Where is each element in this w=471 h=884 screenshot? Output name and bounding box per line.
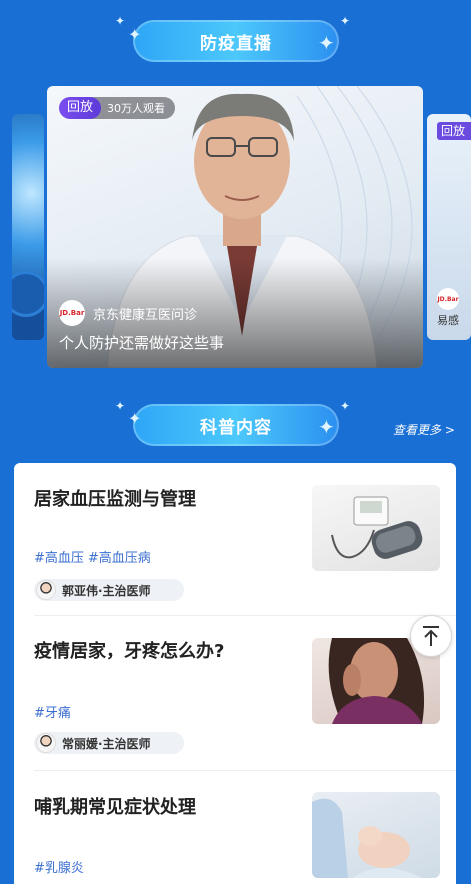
article-thumbnail[interactable] (312, 485, 440, 571)
live-section-title: 防疫直播 (133, 20, 339, 62)
divider (34, 770, 456, 771)
doctor-name: 郭亚伟·主治医师 (62, 583, 151, 598)
breastfeeding-photo-icon (312, 798, 422, 878)
doctor-chip[interactable]: 常丽媛·主治医师 (34, 732, 184, 754)
article-thumbnail[interactable] (312, 792, 440, 878)
carousel-card-next[interactable]: 回放 JD.Bar 易感 (427, 114, 471, 340)
sparkle-icon: ✦ (318, 415, 335, 439)
blood-pressure-monitor-icon (331, 496, 423, 559)
jd-logo-icon: JD.Bar (437, 288, 459, 310)
see-more-link[interactable]: 查看更多 > (393, 421, 455, 438)
back-to-top-button[interactable] (410, 615, 452, 657)
article-tag[interactable]: #牙痛 (34, 702, 71, 721)
sparkle-icon: ✦ (128, 409, 142, 428)
article-title[interactable]: 哺乳期常见症状处理 (34, 793, 196, 819)
video-title: 个人防护还需做好这些事 (59, 334, 225, 352)
replay-label: 回放 (59, 97, 102, 119)
sparkle-icon: ✦ (318, 31, 335, 55)
arrow-up-icon (423, 626, 439, 646)
article-title[interactable]: 疫情居家，牙疼怎么办? (34, 637, 224, 663)
sparkle-icon: ✦ (115, 14, 126, 28)
avatar (36, 733, 56, 753)
science-section-title: 科普内容 (133, 404, 339, 446)
article-item[interactable]: 居家血压监测与管理 #高血压 #高血压病 郭亚伟·主治医师 (14, 463, 456, 616)
science-section-title-text: 科普内容 (200, 417, 272, 438)
sparkle-icon: ✦ (128, 25, 142, 44)
article-tag[interactable]: #高血压病 (88, 547, 151, 566)
jd-logo-text: JD.Bar (437, 295, 459, 303)
featured-video-card[interactable]: 回放 30万人观看 JD.Bar 京东健康互医问诊 个人防护还需做好这些事 (47, 86, 423, 368)
live-section-title-text: 防疫直播 (200, 33, 272, 54)
doctor-chip[interactable]: 郭亚伟·主治医师 (34, 579, 184, 601)
article-item[interactable]: 哺乳期常见症状处理 #乳腺炎 (14, 772, 456, 884)
jd-logo-icon: JD.Bar (59, 300, 85, 326)
video-source: JD.Bar 京东健康互医问诊 (59, 300, 197, 326)
article-title[interactable]: 居家血压监测与管理 (34, 485, 196, 511)
next-video-title: 易感 (437, 314, 459, 327)
play-orb-icon (12, 274, 44, 314)
doctor-name: 常丽媛·主治医师 (62, 736, 151, 751)
sparkle-icon: ✦ (340, 399, 351, 413)
carousel-card-prev[interactable] (12, 114, 44, 340)
replay-label: 回放 (437, 122, 471, 140)
sparkle-icon: ✦ (115, 399, 126, 413)
viewer-count: 30万人观看 (107, 102, 166, 115)
article-tag[interactable]: #高血压 (34, 547, 84, 566)
jd-logo-text: JD.Bar (59, 309, 85, 317)
article-list: 居家血压监测与管理 #高血压 #高血压病 郭亚伟·主治医师 疫情居家，牙疼怎么办… (14, 463, 456, 884)
avatar (36, 580, 56, 600)
article-tag[interactable]: #乳腺炎 (34, 857, 84, 876)
sparkle-icon: ✦ (340, 14, 351, 28)
article-item[interactable]: 疫情居家，牙疼怎么办? #牙痛 常丽媛·主治医师 (14, 616, 456, 771)
replay-badge: 回放 30万人观看 (59, 97, 176, 119)
source-name: 京东健康互医问诊 (93, 307, 198, 323)
